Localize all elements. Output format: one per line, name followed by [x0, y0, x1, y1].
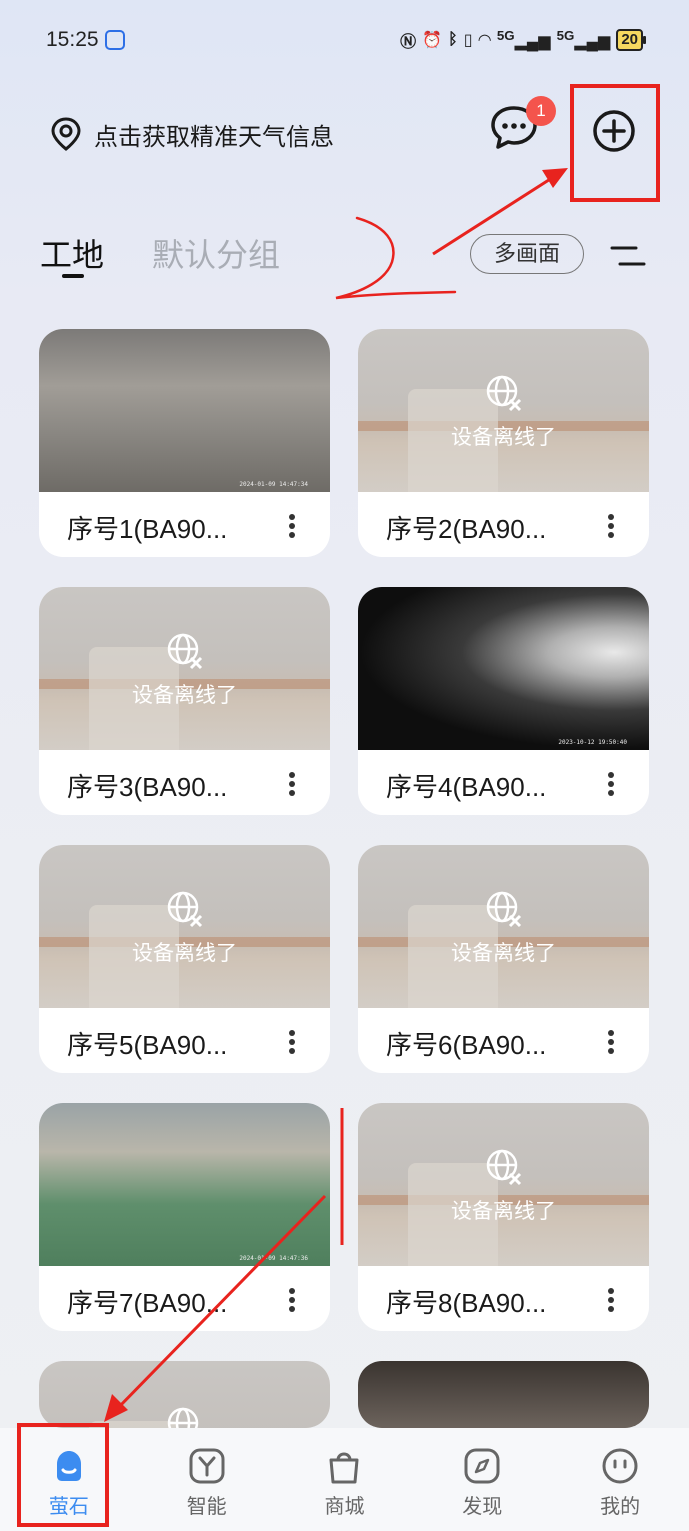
globe-offline-icon: [486, 891, 521, 928]
alarm-icon: ⏰: [422, 32, 443, 49]
offline-overlay: 设备离线了: [358, 889, 649, 967]
menu-sort-icon[interactable]: [610, 242, 646, 270]
nav-label: 商城: [324, 1496, 365, 1518]
more-options-icon[interactable]: [607, 771, 615, 797]
device-name: 序号4(BA90...: [386, 772, 547, 802]
tab-label: 默认分组: [152, 237, 281, 273]
camera-thumbnail: [39, 1361, 330, 1428]
status-time: 15:25: [46, 28, 125, 52]
device-name: 序号1(BA90...: [67, 514, 228, 544]
device-name: 序号2(BA90...: [386, 514, 547, 544]
nav-smart[interactable]: 智能: [138, 1428, 276, 1531]
device-card[interactable]: [358, 1361, 649, 1428]
device-card[interactable]: 设备离线了 序号8(BA90...: [358, 1103, 649, 1331]
header: 点击获取精准天气信息 1: [50, 96, 649, 158]
offline-overlay: 设备离线了: [358, 373, 649, 451]
message-badge: 1: [526, 96, 556, 126]
tab-construction-site[interactable]: 工地: [40, 230, 105, 278]
battery-icon: 20: [616, 29, 646, 51]
offline-overlay: 设备离线了: [358, 1147, 649, 1225]
video-timestamp: 2023-10-12 19:50:40: [558, 739, 627, 746]
nav-label: 智能: [186, 1496, 227, 1518]
offline-text: 设备离线了: [451, 426, 556, 449]
more-options-icon[interactable]: [607, 1287, 615, 1313]
video-timestamp: 2024-01-09 14:47:34: [239, 481, 308, 488]
location-pin-icon: [51, 117, 81, 151]
more-options-icon[interactable]: [288, 1029, 296, 1055]
more-options-icon[interactable]: [607, 1029, 615, 1055]
globe-offline-icon: [167, 1407, 198, 1428]
compass-icon: [464, 1448, 500, 1484]
device-name: 序号6(BA90...: [386, 1030, 547, 1060]
nav-me[interactable]: 我的: [551, 1428, 689, 1531]
device-card[interactable]: 设备离线了 序号3(BA90...: [39, 587, 330, 815]
weather-button[interactable]: 点击获取精准天气信息: [50, 117, 334, 152]
camera-thumbnail: 设备离线了: [39, 587, 330, 750]
device-card[interactable]: [39, 1361, 330, 1428]
device-card[interactable]: 设备离线了 序号2(BA90...: [358, 329, 649, 557]
camera-thumbnail: 设备离线了: [39, 845, 330, 1008]
annotation-box-add: [570, 84, 660, 202]
tab-underline: [62, 274, 84, 278]
app-notification-icon: [104, 30, 125, 50]
nav-mall[interactable]: 商城: [276, 1428, 414, 1531]
device-name: 序号7(BA90...: [67, 1288, 228, 1318]
bluetooth-icon: ᛒ: [448, 31, 458, 48]
globe-offline-icon: [167, 633, 202, 670]
annotation-box-home: [17, 1423, 109, 1527]
device-card[interactable]: 2024-01-09 14:47:36 序号7(BA90...: [39, 1103, 330, 1331]
camera-thumbnail: 设备离线了: [358, 1103, 649, 1266]
device-card[interactable]: 设备离线了 序号6(BA90...: [358, 845, 649, 1073]
nav-label: 我的: [600, 1496, 641, 1518]
camera-thumbnail: 2023-10-12 19:50:40: [358, 587, 649, 750]
camera-thumbnail: [358, 1361, 649, 1428]
network-type-1: 5G: [496, 28, 515, 44]
nav-discover[interactable]: 发现: [413, 1428, 551, 1531]
group-tabs: 工地 默认分组 多画面: [40, 228, 649, 288]
network-type-2: 5G: [556, 28, 575, 44]
globe-offline-icon: [486, 1149, 521, 1186]
offline-text: 设备离线了: [132, 684, 237, 707]
vibrate-icon: ▯: [463, 32, 473, 49]
status-bar: 15:25 Ⓝ ⏰ ᛒ ▯ ◠ 5G▂▄▆ 5G▂▄▆ 20: [46, 22, 646, 58]
tab-default-group[interactable]: 默认分组: [152, 230, 280, 276]
device-card[interactable]: 2024-01-09 14:47:34 序号1(BA90...: [39, 329, 330, 557]
offline-text: 设备离线了: [132, 942, 237, 965]
offline-overlay: 设备离线了: [39, 631, 330, 709]
camera-thumbnail: 2024-01-09 14:47:34: [39, 329, 330, 492]
nfc-icon: Ⓝ: [400, 34, 417, 51]
camera-thumbnail: 2024-01-09 14:47:36: [39, 1103, 330, 1266]
offline-overlay: 设备离线了: [39, 889, 330, 967]
offline-text: 设备离线了: [451, 1200, 556, 1223]
profile-icon: [602, 1448, 638, 1484]
more-options-icon[interactable]: [288, 1287, 296, 1313]
signal-2-icon: 5G▂▄▆: [556, 28, 611, 51]
camera-thumbnail: 设备离线了: [358, 329, 649, 492]
offline-text: 设备离线了: [451, 942, 556, 965]
device-name: 序号5(BA90...: [67, 1030, 228, 1060]
device-name: 序号3(BA90...: [67, 772, 228, 802]
battery-level: 20: [621, 31, 638, 48]
video-timestamp: 2024-01-09 14:47:36: [239, 1255, 308, 1262]
device-name: 序号8(BA90...: [386, 1288, 547, 1318]
clock-text: 15:25: [46, 28, 99, 51]
more-options-icon[interactable]: [288, 771, 296, 797]
wifi-icon: ◠: [478, 32, 491, 49]
device-card[interactable]: 设备离线了 序号5(BA90...: [39, 845, 330, 1073]
smart-icon: [189, 1448, 225, 1484]
more-options-icon[interactable]: [288, 513, 296, 539]
device-card[interactable]: 2023-10-12 19:50:40 序号4(BA90...: [358, 587, 649, 815]
status-icons: Ⓝ ⏰ ᛒ ▯ ◠ 5G▂▄▆ 5G▂▄▆ 20: [400, 28, 646, 52]
weather-text: 点击获取精准天气信息: [94, 123, 334, 151]
globe-offline-icon: [486, 375, 521, 412]
shopping-bag-icon: [329, 1452, 359, 1484]
signal-1-icon: 5G▂▄▆: [496, 28, 551, 51]
globe-offline-icon: [167, 891, 202, 928]
more-options-icon[interactable]: [607, 513, 615, 539]
camera-thumbnail: 设备离线了: [358, 845, 649, 1008]
multi-view-button[interactable]: 多画面: [470, 234, 584, 274]
offline-overlay: [39, 1405, 330, 1428]
nav-label: 发现: [462, 1496, 503, 1518]
tab-label: 工地: [40, 237, 105, 273]
